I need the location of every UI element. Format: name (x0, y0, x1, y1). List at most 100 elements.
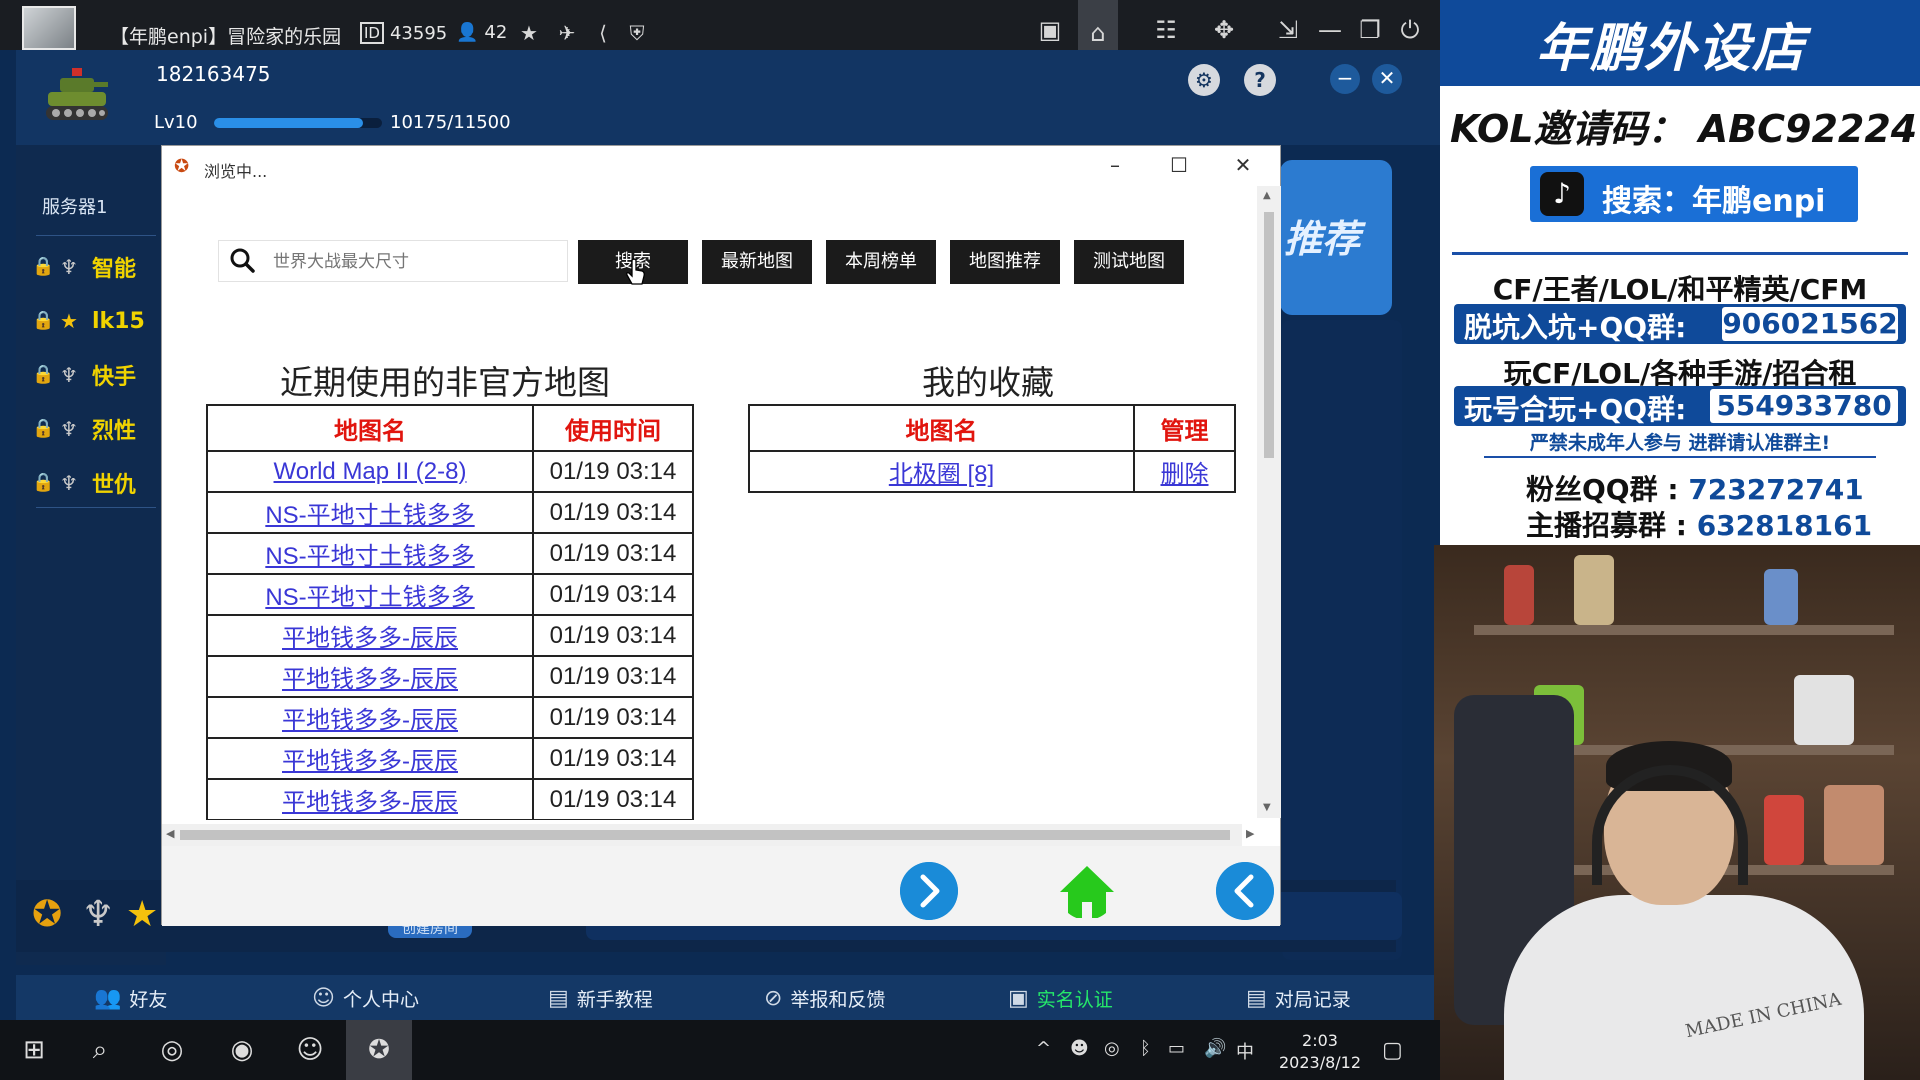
room-item[interactable]: 🔒 ♆ 快手 (32, 355, 172, 395)
list-icon[interactable]: ☷ (1146, 12, 1186, 48)
footer-records[interactable]: ▤ 对局记录 (1246, 983, 1351, 1013)
share-icon[interactable]: ⟨ (592, 22, 614, 44)
shield-icon[interactable]: ⛨ (626, 22, 648, 44)
shop-name: 年鹏外设店 (1536, 19, 1807, 79)
scroll-left-icon[interactable]: ◀ (166, 827, 174, 840)
room-item[interactable]: 🔒 ♆ 世仇 (32, 463, 172, 503)
scroll-down-icon[interactable]: ▼ (1263, 802, 1271, 813)
wings-icon[interactable]: ♆ (82, 894, 114, 935)
use-time-cell: 01/19 03:14 (532, 450, 694, 493)
vertical-scrollbar[interactable]: ▲ ▼ (1257, 186, 1281, 818)
gamepad-icon[interactable]: ✥ (1204, 12, 1244, 48)
avatar[interactable] (22, 6, 76, 50)
minimize-icon[interactable]: – (1098, 150, 1132, 180)
map-link[interactable]: 平地钱多多-辰辰 (282, 625, 458, 652)
map-recommend-button[interactable]: 地图推荐 (950, 240, 1060, 284)
footer-report[interactable]: ⊘ 举报和反馈 (764, 983, 885, 1013)
use-time-cell: 01/19 03:14 (532, 573, 694, 616)
scroll-right-icon[interactable]: ▶ (1246, 827, 1254, 840)
figurine (1824, 785, 1884, 865)
lock-icon: 🔒 (32, 472, 55, 493)
ime-indicator[interactable]: 中 (1236, 1038, 1254, 1064)
star-icon[interactable]: ★ (518, 22, 540, 44)
map-link[interactable]: 北极圈 [8] (889, 461, 994, 488)
table-row: 平地钱多多-辰辰 01/19 03:14 (206, 778, 694, 820)
dialog-title: 浏览中... (204, 162, 268, 181)
clock[interactable]: 2:03 2023/8/12 (1270, 1030, 1370, 1074)
map-link[interactable]: NS-平地寸土钱多多 (265, 584, 474, 611)
bluetooth-icon[interactable]: ᛒ (1140, 1038, 1151, 1059)
home-button[interactable] (1058, 862, 1116, 920)
minimize-icon[interactable]: — (1310, 12, 1350, 48)
footer-friends[interactable]: 👥 好友 (94, 983, 167, 1013)
map-link[interactable]: NS-平地寸土钱多多 (265, 502, 474, 529)
home-icon[interactable]: ⌂ (1078, 0, 1118, 50)
weekly-ranking-button[interactable]: 本周榜单 (826, 240, 936, 284)
close-icon[interactable]: ✕ (1226, 150, 1260, 180)
tray-chevron-icon[interactable]: ^ (1036, 1038, 1051, 1059)
tray-app-icon[interactable]: ◎ (1104, 1038, 1120, 1059)
use-time-cell: 01/19 03:14 (532, 655, 694, 698)
use-time-cell: 01/19 03:14 (532, 614, 694, 657)
test-maps-button[interactable]: 测试地图 (1074, 240, 1184, 284)
figurine (1764, 795, 1804, 865)
notification-icon[interactable]: ▢ (1382, 1038, 1403, 1063)
room-item[interactable]: 🔒 ★ lk15 (32, 301, 172, 341)
latest-maps-button[interactable]: 最新地图 (702, 240, 812, 284)
download-icon[interactable]: ⇲ (1268, 12, 1308, 48)
app-icon[interactable]: ◎ (150, 1030, 194, 1070)
minimize-button[interactable]: − (1330, 64, 1360, 94)
search-icon[interactable]: ⌕ (78, 1030, 122, 1070)
restore-icon[interactable]: ❐ (1350, 12, 1390, 48)
divider (36, 507, 156, 508)
map-link[interactable]: 平地钱多多-辰辰 (282, 748, 458, 775)
delete-link[interactable]: 删除 (1161, 461, 1209, 488)
search-box[interactable] (218, 240, 568, 282)
windows-start-icon[interactable]: ⊞ (12, 1030, 56, 1070)
figurine (1794, 675, 1854, 745)
edge-icon[interactable]: ◉ (220, 1030, 264, 1070)
divider (1484, 456, 1876, 458)
qq-group-row: 脱坑入坑+QQ群: 906021562 (1454, 304, 1906, 344)
xp-progress-fill (214, 118, 363, 128)
tray-app-icon[interactable]: ☻ (1070, 1038, 1089, 1059)
footer-tutorial[interactable]: ▤ 新手教程 (548, 983, 653, 1013)
recommend-banner[interactable]: 推荐 (1280, 160, 1392, 315)
horizontal-scrollbar[interactable]: ◀ ▶ (162, 824, 1254, 846)
star-icon[interactable]: ★ (126, 894, 158, 935)
help-icon[interactable]: ? (1244, 64, 1276, 96)
game-taskbar-icon[interactable]: ✪ (346, 1020, 412, 1080)
badge-icon[interactable]: ✪ (32, 894, 62, 935)
scroll-thumb[interactable] (1264, 212, 1274, 458)
app-icon[interactable]: ☺ (288, 1030, 332, 1070)
kol-code: KOL邀请码： ABC92224 (1450, 107, 1918, 151)
recent-maps-table: 地图名 使用时间 World Map II (2-8) 01/19 03:14 NS… (206, 404, 694, 820)
room-item[interactable]: 🔒 ♆ 烈性 (32, 409, 172, 449)
room-item[interactable]: 🔒 ♆ 智能 (32, 247, 172, 287)
search-input[interactable] (273, 249, 553, 275)
map-link[interactable]: 平地钱多多-辰辰 (282, 707, 458, 734)
map-name-cell: 平地钱多多-辰辰 (206, 778, 534, 820)
dialog-titlebar: ✪ 浏览中... – ☐ ✕ (162, 146, 1280, 186)
record-icon[interactable]: ▣ (1030, 12, 1070, 48)
footer-verify[interactable]: ▣ 实名认证 (1008, 983, 1113, 1013)
settings-icon[interactable]: ⚙ (1188, 64, 1220, 96)
volume-icon[interactable]: 🔊 (1204, 1038, 1226, 1059)
map-link[interactable]: NS-平地寸土钱多多 (265, 543, 474, 570)
network-icon[interactable]: ▭ (1168, 1038, 1185, 1059)
plane-icon[interactable]: ✈ (556, 22, 578, 44)
footer-profile[interactable]: ☺ 个人中心 (312, 983, 419, 1013)
room-id: ID 43595 (360, 22, 447, 44)
scroll-thumb[interactable] (180, 830, 1230, 840)
map-link[interactable]: World Map II (2-8) (274, 458, 467, 485)
map-link[interactable]: 平地钱多多-辰辰 (282, 789, 458, 816)
power-icon[interactable]: ⏻ (1390, 12, 1430, 48)
dialog-nav-bar (162, 846, 1280, 926)
close-button[interactable]: ✕ (1372, 64, 1402, 94)
back-button[interactable] (1216, 862, 1274, 920)
scroll-up-icon[interactable]: ▲ (1263, 190, 1271, 201)
maximize-icon[interactable]: ☐ (1162, 150, 1196, 180)
forward-button[interactable] (900, 862, 958, 920)
lock-icon: 🔒 (32, 310, 55, 331)
map-link[interactable]: 平地钱多多-辰辰 (282, 666, 458, 693)
